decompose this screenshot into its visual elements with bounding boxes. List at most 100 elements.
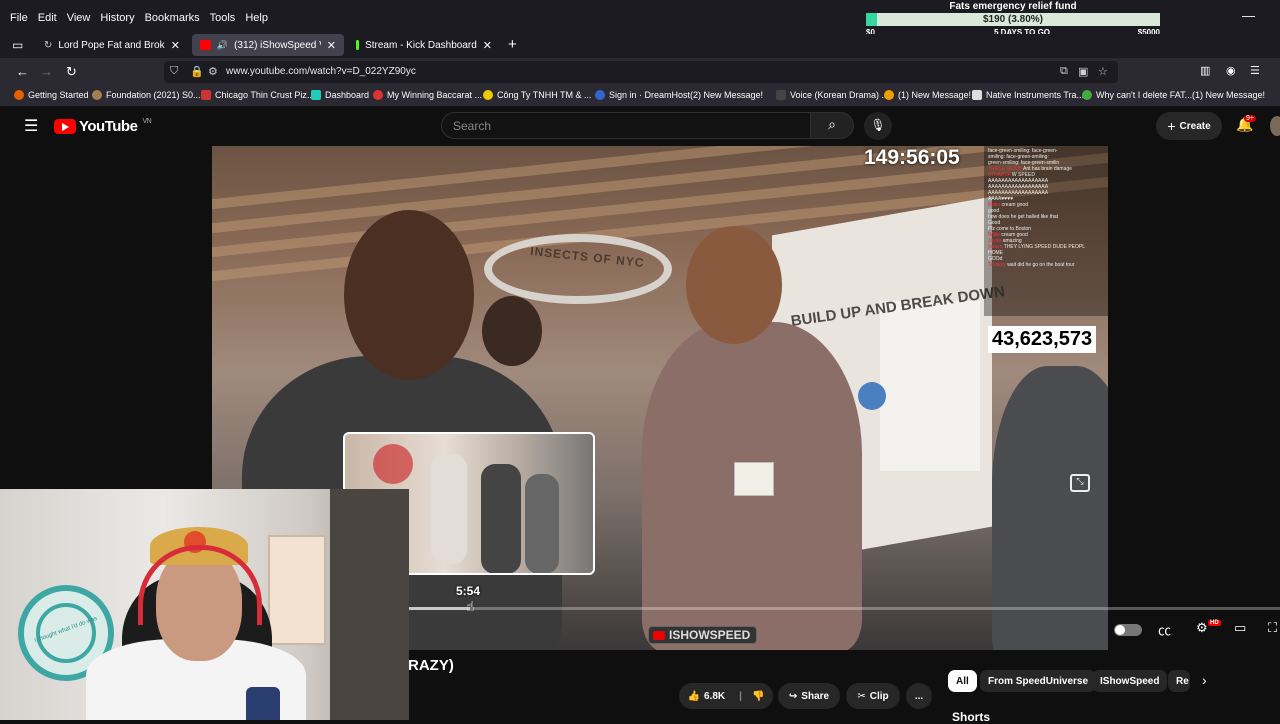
menu-help[interactable]: Help (245, 12, 268, 24)
close-tab-icon[interactable]: ✕ (483, 39, 492, 52)
chat-text: cream good (1001, 202, 1029, 208)
create-button[interactable]: + Create (1156, 112, 1222, 140)
new-tab-icon[interactable]: + (508, 36, 517, 53)
tab-title: Lord Pope Fat and Broke: Saigon (58, 39, 165, 51)
voice-search-button[interactable]: 🎙 (864, 112, 892, 140)
bookmark-favicon-icon (483, 90, 493, 100)
menu-history[interactable]: History (100, 12, 134, 24)
menu-tools[interactable]: Tools (210, 12, 236, 24)
stream-time: 149:56:05 (864, 146, 960, 169)
navigation-bar: ← → ↻ ⛉ 🔒 ⚙ www.youtube.com/watch?v=D_02… (0, 58, 1280, 86)
globe-exhibit (858, 382, 886, 410)
thumbs-up-icon[interactable]: 👍 (688, 691, 700, 702)
lanyard-badge (734, 462, 774, 496)
account-icon[interactable]: ◉ (1226, 64, 1236, 77)
close-tab-icon[interactable]: ✕ (327, 39, 336, 52)
bookmark-item[interactable]: Foundation (2021) S0... (92, 90, 201, 100)
progress-bar[interactable] (400, 607, 1280, 610)
minimize-icon[interactable]: — (1242, 8, 1255, 23)
youtube-logo[interactable]: YouTube VN (54, 118, 152, 135)
tab-title: (312) iShowSpeed Visits M... (234, 39, 321, 51)
reload-tab-icon: ↻ (44, 39, 53, 51)
seek-preview-time: 5:54 (456, 584, 481, 598)
chip-from-speeduniverse[interactable]: From SpeedUniverse (980, 670, 1097, 692)
bookmark-favicon-icon (92, 90, 102, 100)
youtube-play-icon (54, 119, 76, 134)
bookmark-item[interactable]: (1) New Message! (1192, 90, 1265, 100)
youtube-favicon-icon (200, 40, 211, 50)
menu-edit[interactable]: Edit (38, 12, 57, 24)
bookmark-favicon-icon (311, 90, 321, 100)
user-avatar[interactable] (1270, 116, 1280, 136)
bookmark-item[interactable]: Voice (Korean Drama) ... (776, 90, 889, 100)
speaker-icon[interactable]: 🔊 (217, 40, 228, 51)
curtain (330, 489, 409, 720)
like-count: 6.8K (704, 690, 726, 702)
settings-gear-icon[interactable]: ⚙ (1196, 620, 1208, 636)
permissions-icon[interactable]: ⚙ (208, 65, 218, 78)
menu-bookmarks[interactable]: Bookmarks (145, 12, 200, 24)
bookmark-item[interactable]: Getting Started (14, 90, 89, 100)
close-tab-icon[interactable]: ✕ (171, 39, 180, 52)
fund-amount: $190 (3.80%) (982, 14, 1044, 25)
sidebar-icon[interactable]: ▥ (1200, 64, 1210, 77)
like-dislike-group[interactable]: 👍 6.8K | 👎 (679, 683, 773, 709)
bookmark-item[interactable]: (1) New Message! (884, 90, 971, 100)
microphone (246, 687, 280, 720)
tab-ishowspeed[interactable]: 🔊 (312) iShowSpeed Visits M... ✕ (192, 34, 344, 56)
miniplayer-icon[interactable]: ⤡ (1070, 474, 1090, 492)
tab-lord-pope[interactable]: ↻ Lord Pope Fat and Broke: Saigon ✕ (36, 34, 188, 56)
forward-icon[interactable]: → (40, 64, 53, 79)
bystander-head (482, 296, 542, 366)
bookmark-item[interactable]: Sign in · DreamHost (595, 90, 690, 100)
bookmark-item[interactable]: (2) New Message! (690, 90, 763, 100)
speed-head (344, 210, 474, 380)
clip-button[interactable]: ✂ Clip (846, 683, 900, 709)
shield-icon[interactable]: ⛉ (170, 65, 178, 78)
tab-list-icon[interactable]: ▭ (12, 38, 23, 52)
fullscreen-icon[interactable]: ⛶ (1268, 620, 1277, 636)
bookmark-item[interactable]: Công Ty TNHH TM & ... (483, 90, 592, 100)
mouse-cursor-icon: ☝ (466, 598, 475, 614)
screenshot-icon[interactable]: ▣ (1078, 65, 1088, 78)
more-actions-button[interactable]: ... (906, 683, 932, 709)
tab-kick-dashboard[interactable]: Stream - Kick Dashboard ✕ (348, 34, 500, 56)
url-bar[interactable]: ⛉ 🔒 ⚙ www.youtube.com/watch?v=D_022YZ90y… (164, 61, 1118, 83)
url-text: www.youtube.com/watch?v=D_022YZ90yc (226, 66, 416, 77)
bookmark-item[interactable]: Chicago Thin Crust Piz... (201, 90, 314, 100)
share-button[interactable]: ↪ Share (778, 683, 840, 709)
thumbs-down-icon[interactable]: 👎 (752, 691, 764, 702)
menu-view[interactable]: View (67, 12, 91, 24)
bookmark-favicon-icon (1082, 90, 1092, 100)
extensions-icon[interactable]: ☰ (1250, 64, 1260, 77)
reload-icon[interactable]: ↻ (66, 64, 77, 80)
captions-icon[interactable]: ㏄ (1158, 620, 1171, 639)
search-input[interactable]: Search (441, 112, 811, 139)
tab-title: Stream - Kick Dashboard (365, 39, 477, 51)
chip-all[interactable]: All (948, 670, 977, 692)
bookmark-favicon-icon (776, 90, 786, 100)
menu-file[interactable]: File (10, 12, 28, 24)
bookmark-favicon-icon (884, 90, 894, 100)
bookmark-favicon-icon (972, 90, 982, 100)
chip-ishowspeed[interactable]: IShowSpeed (1092, 670, 1168, 692)
bookmark-item[interactable]: Native Instruments Tra... (972, 90, 1084, 100)
hamburger-menu-icon[interactable]: ☰ (24, 116, 38, 136)
autoplay-toggle[interactable] (1114, 624, 1142, 636)
theater-mode-icon[interactable]: ▭ (1234, 620, 1246, 636)
bookmark-item[interactable]: Dashboard (311, 90, 369, 100)
search-button[interactable]: ⌕ (810, 112, 854, 139)
plus-icon: + (1167, 118, 1176, 134)
lock-icon[interactable]: 🔒 (190, 65, 204, 78)
bookmark-item[interactable]: My Winning Baccarat ... (373, 90, 482, 100)
chip-related[interactable]: Re (1168, 670, 1190, 692)
chat-text: wait did he go on the boat tour (1007, 262, 1075, 268)
bookmark-item[interactable]: Why can't I delete FAT... (1082, 90, 1192, 100)
pip-icon[interactable]: ⧉ (1060, 65, 1068, 78)
channel-watermark: ISHOWSPEED (648, 626, 758, 644)
region-code: VN (142, 118, 152, 125)
chevron-right-icon[interactable]: › (1202, 672, 1207, 688)
bookmark-star-icon[interactable]: ☆ (1098, 65, 1108, 78)
bookmark-favicon-icon (373, 90, 383, 100)
back-icon[interactable]: ← (16, 64, 29, 79)
